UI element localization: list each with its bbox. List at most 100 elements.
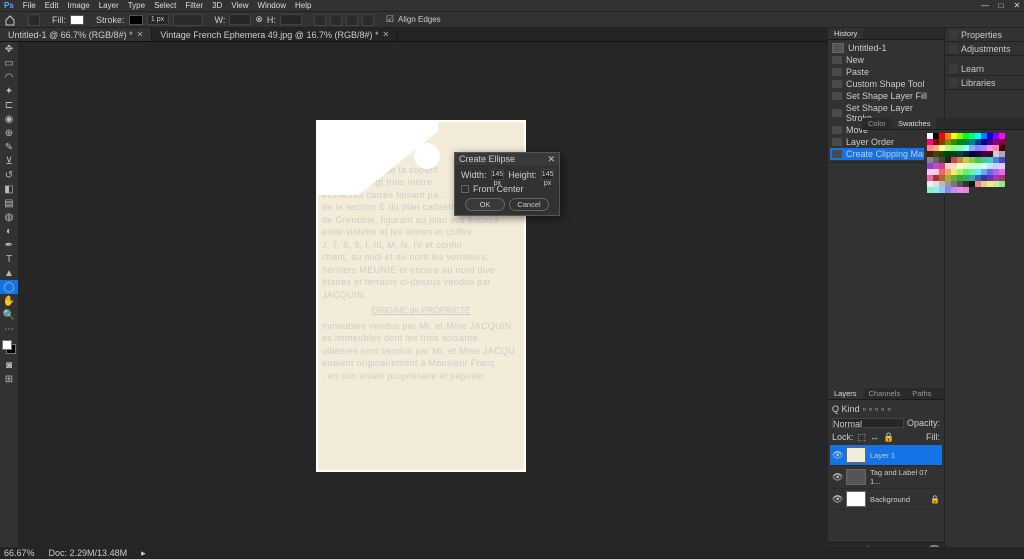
menu-layer[interactable]: Layer bbox=[99, 1, 119, 10]
layer-thumb[interactable] bbox=[846, 447, 866, 463]
gradient-tool[interactable]: ▤ bbox=[0, 196, 18, 210]
history-tab[interactable]: History bbox=[828, 28, 863, 39]
width-input[interactable]: 145 px bbox=[491, 169, 505, 180]
close-button[interactable]: ✕ bbox=[1012, 0, 1022, 10]
tab-close-icon[interactable]: ✕ bbox=[382, 30, 389, 39]
layer-row[interactable]: 👁 Tag and Label 07 1... bbox=[830, 466, 942, 489]
visibility-icon[interactable]: 👁 bbox=[832, 494, 842, 505]
doc-size[interactable]: Doc: 2.29M/13.48M bbox=[49, 548, 128, 558]
color-tab[interactable]: Color bbox=[862, 118, 892, 129]
pen-tool[interactable]: ✒ bbox=[0, 238, 18, 252]
move-tool[interactable]: ✥ bbox=[0, 42, 18, 56]
learn-panel-tab[interactable]: Learn bbox=[944, 62, 1024, 76]
screenmode-tool[interactable]: ⊞ bbox=[0, 372, 18, 386]
filter-icon[interactable]: ▫ bbox=[875, 404, 878, 414]
layer-name[interactable]: Tag and Label 07 1... bbox=[870, 468, 940, 486]
height-field[interactable] bbox=[280, 14, 302, 25]
tab-close-icon[interactable]: ✕ bbox=[137, 30, 144, 39]
status-arrow-icon[interactable]: ▸ bbox=[141, 548, 146, 559]
lasso-tool[interactable]: ◠ bbox=[0, 70, 18, 84]
stamp-tool[interactable]: ⊻ bbox=[0, 154, 18, 168]
crop-tool[interactable]: ⊏ bbox=[0, 98, 18, 112]
filter-icon[interactable]: ▫ bbox=[869, 404, 872, 414]
visibility-icon[interactable]: 👁 bbox=[832, 472, 842, 483]
channels-tab[interactable]: Channels bbox=[863, 388, 907, 399]
visibility-icon[interactable]: 👁 bbox=[832, 450, 842, 461]
heal-tool[interactable]: ⊕ bbox=[0, 126, 18, 140]
paths-tab[interactable]: Paths bbox=[906, 388, 937, 399]
layers-tab[interactable]: Layers bbox=[828, 388, 863, 399]
marquee-tool[interactable]: ▭ bbox=[0, 56, 18, 70]
align-edges-checkbox[interactable]: ☑ bbox=[386, 14, 394, 25]
edit-toolbar[interactable]: ⋯ bbox=[0, 322, 18, 336]
menu-edit[interactable]: Edit bbox=[45, 1, 59, 10]
from-center-checkbox[interactable] bbox=[461, 185, 469, 193]
dialog-close-icon[interactable]: ✕ bbox=[547, 154, 555, 165]
menu-image[interactable]: Image bbox=[67, 1, 89, 10]
history-item[interactable]: Paste bbox=[846, 67, 869, 77]
type-tool[interactable]: T bbox=[0, 252, 18, 266]
history-item[interactable]: Layer Order bbox=[846, 137, 894, 147]
link-icon[interactable]: ⊗ bbox=[255, 14, 263, 25]
menu-window[interactable]: Window bbox=[258, 1, 286, 10]
history-item[interactable]: Custom Shape Tool bbox=[846, 79, 924, 89]
hand-tool[interactable]: ✋ bbox=[0, 294, 18, 308]
history-brush-tool[interactable]: ↺ bbox=[0, 168, 18, 182]
home-icon[interactable] bbox=[4, 14, 16, 26]
menu-type[interactable]: Type bbox=[128, 1, 145, 10]
filter-icon[interactable]: ▫ bbox=[881, 404, 884, 414]
blend-mode-select[interactable]: Normal bbox=[832, 418, 904, 428]
cancel-button[interactable]: Cancel bbox=[509, 198, 549, 211]
tab-untitled[interactable]: Untitled-1 @ 66.7% (RGB/8#) *✕ bbox=[0, 28, 152, 41]
stroke-swatch[interactable] bbox=[129, 15, 143, 25]
path-select-tool[interactable]: ▲ bbox=[0, 266, 18, 280]
quickmask-tool[interactable]: ◙ bbox=[0, 358, 18, 372]
blur-tool[interactable]: ◍ bbox=[0, 210, 18, 224]
layer-name[interactable]: Background bbox=[870, 495, 910, 504]
swatches-tab[interactable]: Swatches bbox=[892, 118, 937, 129]
layer-thumb[interactable] bbox=[846, 491, 866, 507]
dodge-tool[interactable]: ◐ bbox=[0, 224, 18, 238]
layer-row[interactable]: 👁Background🔒 bbox=[830, 489, 942, 510]
layer-row[interactable]: 👁 Layer 1 bbox=[830, 445, 942, 466]
ellipse-shape[interactable] bbox=[414, 143, 440, 169]
stroke-width-field[interactable]: 1 px bbox=[147, 14, 169, 25]
filter-icon[interactable]: ▫ bbox=[887, 404, 890, 414]
shape-tool[interactable]: ◯ bbox=[0, 280, 18, 294]
layer-thumb[interactable] bbox=[846, 469, 866, 485]
eraser-tool[interactable]: ◧ bbox=[0, 182, 18, 196]
height-input[interactable]: 145 px bbox=[541, 169, 555, 180]
history-item[interactable]: New bbox=[846, 55, 864, 65]
ok-button[interactable]: OK bbox=[465, 198, 505, 211]
menu-file[interactable]: File bbox=[23, 1, 36, 10]
history-item[interactable]: Create Clipping Mask bbox=[846, 149, 932, 159]
libraries-panel-tab[interactable]: Libraries bbox=[945, 76, 1024, 90]
brush-tool[interactable]: ✎ bbox=[0, 140, 18, 154]
color-picker[interactable] bbox=[0, 338, 18, 358]
width-field[interactable] bbox=[229, 14, 251, 25]
menu-help[interactable]: Help bbox=[295, 1, 311, 10]
menu-3d[interactable]: 3D bbox=[212, 1, 222, 10]
tab-vintage[interactable]: Vintage French Ephemera 49.jpg @ 16.7% (… bbox=[152, 28, 398, 41]
history-doc-title[interactable]: Untitled-1 bbox=[848, 43, 887, 53]
minimize-button[interactable]: — bbox=[980, 0, 990, 10]
wand-tool[interactable]: ✦ bbox=[0, 84, 18, 98]
menu-view[interactable]: View bbox=[231, 1, 248, 10]
fg-color[interactable] bbox=[2, 340, 12, 350]
path-op-icon[interactable] bbox=[314, 14, 326, 26]
maximize-button[interactable]: □ bbox=[996, 0, 1006, 10]
swatch-item[interactable] bbox=[963, 187, 969, 193]
menu-select[interactable]: Select bbox=[154, 1, 176, 10]
layer-kind[interactable]: Q Kind bbox=[832, 404, 860, 414]
arrange-icon[interactable] bbox=[346, 14, 358, 26]
zoom-tool[interactable]: 🔍 bbox=[0, 308, 18, 322]
filter-icon[interactable]: ▫ bbox=[863, 404, 866, 414]
shape-preset[interactable] bbox=[28, 14, 40, 26]
menu-filter[interactable]: Filter bbox=[185, 1, 203, 10]
history-item[interactable]: Set Shape Layer Fill bbox=[846, 91, 927, 101]
lock-all-icon[interactable]: 🔒 bbox=[883, 432, 894, 443]
layer-name[interactable]: Layer 1 bbox=[870, 451, 895, 460]
zoom-level[interactable]: 66.67% bbox=[4, 548, 35, 558]
gear-icon[interactable] bbox=[362, 14, 374, 26]
canvas-area[interactable]: soixante dix huit. de terrain de forme i… bbox=[18, 42, 828, 547]
